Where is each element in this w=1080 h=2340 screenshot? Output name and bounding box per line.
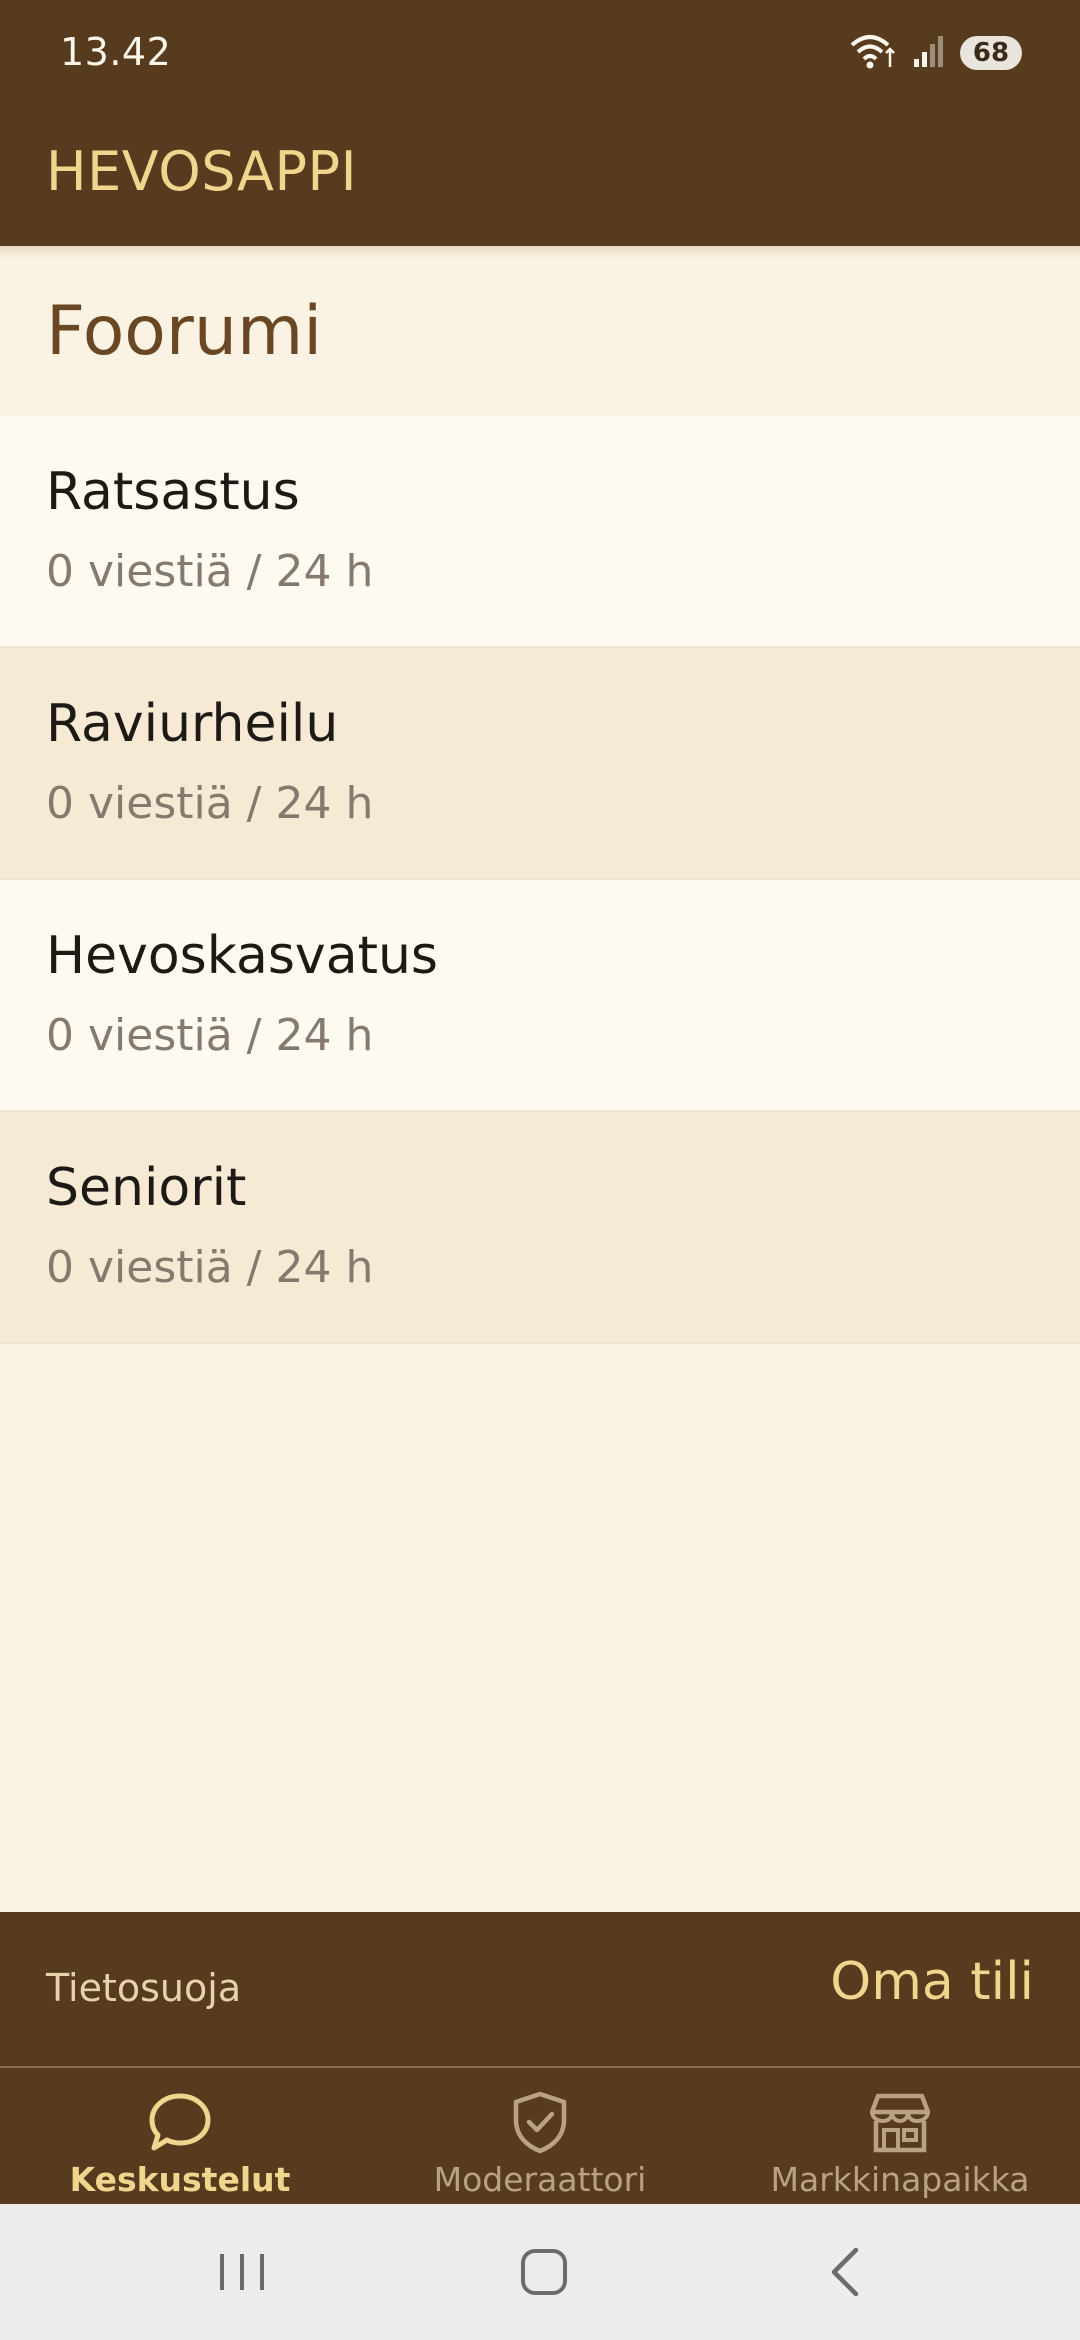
forum-name: Hevoskasvatus: [46, 926, 439, 986]
signal-icon: [912, 33, 946, 73]
chat-bubble-icon: [144, 2086, 216, 2158]
nav-item-keskustelut[interactable]: Keskustelut: [0, 2068, 360, 2204]
account-button[interactable]: Oma tili: [830, 1952, 1034, 2012]
forum-item-hevoskasvatus[interactable]: Hevoskasvatus 0 viestiä / 24 h: [0, 880, 1080, 1112]
battery-icon: 68: [960, 36, 1022, 70]
privacy-link[interactable]: Tietosuoja: [46, 1966, 241, 2010]
nav-item-markkinapaikka[interactable]: Markkinapaikka: [720, 2068, 1080, 2204]
back-icon[interactable]: [818, 2242, 878, 2302]
shield-check-icon: [504, 2086, 576, 2158]
forum-name: Ratsastus: [46, 462, 300, 522]
page-title: Foorumi: [46, 292, 323, 371]
recent-apps-icon[interactable]: [212, 2242, 272, 2302]
forum-item-ratsastus[interactable]: Ratsastus 0 viestiä / 24 h: [0, 416, 1080, 648]
nav-item-moderaattori[interactable]: Moderaattori: [360, 2068, 720, 2204]
forum-post-count: 0 viestiä / 24 h: [46, 546, 374, 597]
status-time: 13.42: [60, 30, 172, 74]
footer-bar: Tietosuoja Oma tili: [0, 1912, 1080, 2066]
status-icons: 68: [848, 30, 1022, 76]
forum-name: Seniorit: [46, 1158, 247, 1218]
forum-name: Raviurheilu: [46, 694, 339, 754]
forum-post-count: 0 viestiä / 24 h: [46, 1242, 374, 1293]
app-bar-shadow: [0, 246, 1080, 258]
nav-label: Markkinapaikka: [770, 2160, 1030, 2199]
forum-item-seniorit[interactable]: Seniorit 0 viestiä / 24 h: [0, 1112, 1080, 1344]
home-icon[interactable]: [514, 2242, 574, 2302]
app-title: HEVOSAPPI: [46, 140, 357, 203]
wifi-icon: [848, 31, 898, 75]
forum-list: Ratsastus 0 viestiä / 24 h Raviurheilu 0…: [0, 416, 1080, 1344]
storefront-icon: [864, 2086, 936, 2158]
forum-item-raviurheilu[interactable]: Raviurheilu 0 viestiä / 24 h: [0, 648, 1080, 880]
status-bar: 13.42 68: [0, 0, 1080, 112]
system-nav-bar: [0, 2204, 1080, 2340]
bottom-nav: Keskustelut Moderaattori Markkinapaikka: [0, 2068, 1080, 2204]
forum-screen: 13.42 68 HEVOSAPPI Foorumi Ratsastus 0 v…: [0, 0, 1080, 2340]
section-header: Foorumi: [0, 246, 1080, 416]
nav-label: Moderaattori: [433, 2160, 647, 2199]
nav-label: Keskustelut: [69, 2160, 291, 2199]
forum-post-count: 0 viestiä / 24 h: [46, 778, 374, 829]
forum-post-count: 0 viestiä / 24 h: [46, 1010, 374, 1061]
app-bar: HEVOSAPPI: [0, 112, 1080, 246]
